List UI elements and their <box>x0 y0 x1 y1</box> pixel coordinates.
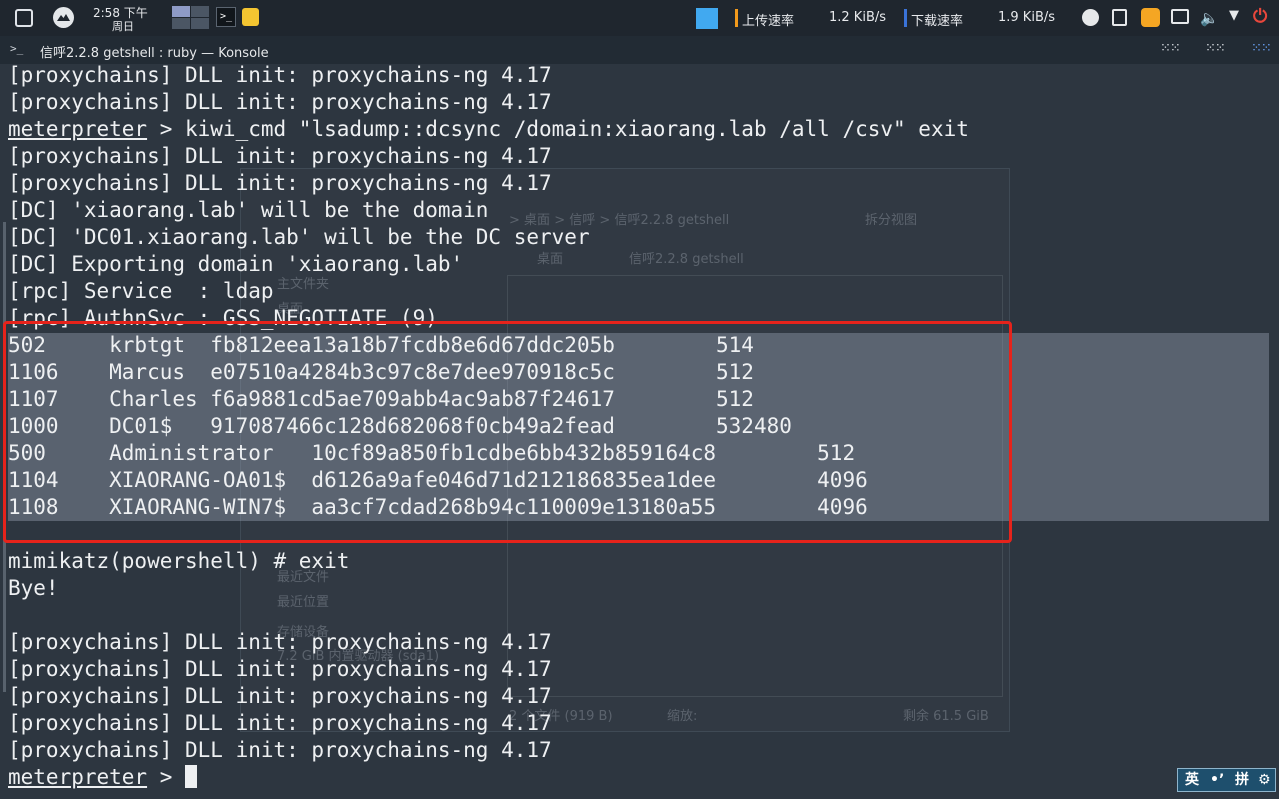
terminal-line: [DC] Exporting domain 'xiaorang.lab' <box>8 252 464 276</box>
terminal-line: [proxychains] DLL init: proxychains-ng 4… <box>8 171 552 195</box>
sogou-input-icon[interactable] <box>1141 8 1160 27</box>
download-label: 下载速率 <box>911 14 964 29</box>
terminal-line: [DC] 'xiaorang.lab' will be the domain <box>8 198 489 222</box>
terminal-line: [proxychains] DLL init: proxychains-ng 4… <box>8 630 552 654</box>
terminal-line: [proxychains] DLL init: proxychains-ng 4… <box>8 90 552 114</box>
app-launcher-icon[interactable] <box>53 7 74 28</box>
desktop-3[interactable] <box>172 18 190 29</box>
prompt-line[interactable]: meterpreter > <box>8 764 198 791</box>
gear-icon[interactable]: ⚙ <box>1258 769 1271 791</box>
konsole-icon: >_ <box>10 42 24 55</box>
terminal-line: [proxychains] DLL init: proxychains-ng 4… <box>8 738 552 762</box>
upload-bar <box>735 9 738 27</box>
upload-label: 上传速率 <box>742 14 795 29</box>
terminal-line: mimikatz(powershell) # exit <box>8 549 350 573</box>
hash-highlight-box <box>3 321 1012 543</box>
terminal-line: [rpc] Service : ldap <box>8 279 274 303</box>
ime-language[interactable]: 英 <box>1185 769 1199 791</box>
maximize-icon[interactable]: ⁙⁙ <box>1251 41 1272 56</box>
terminal-line: [proxychains] DLL init: proxychains-ng 4… <box>8 684 552 708</box>
download-bar <box>904 9 907 27</box>
text-cursor <box>185 765 198 788</box>
command-line: meterpreter > kiwi_cmd "lsadump::dcsync … <box>8 116 969 143</box>
keep-above-icon[interactable]: ⁙⁙ <box>1160 41 1181 56</box>
terminal-line: [DC] 'DC01.xiaorang.lab' will be the DC … <box>8 225 590 249</box>
desktop-1[interactable] <box>172 6 190 17</box>
power-icon[interactable]: ⏻ <box>1253 6 1267 27</box>
window-title: 信呼2.2.8 getshell : ruby — Konsole <box>40 46 269 61</box>
terminal-line: Bye! <box>8 576 59 600</box>
task-file-manager-icon[interactable] <box>242 8 259 26</box>
upload-value: 1.2 KiB/s <box>829 10 887 25</box>
ime-punctuation[interactable]: •’ <box>1210 769 1224 791</box>
terminal-line: [proxychains] DLL init: proxychains-ng 4… <box>8 63 552 87</box>
volume-muted-icon[interactable]: 🔈 <box>1200 9 1219 27</box>
clock-day: 周日 <box>112 20 134 33</box>
terminal-line: [proxychains] DLL init: proxychains-ng 4… <box>8 144 552 168</box>
desktop-2[interactable] <box>191 6 209 17</box>
prompt-suffix: > <box>147 765 186 789</box>
ime-mode[interactable]: 拼 <box>1235 769 1249 791</box>
input-method-indicator[interactable]: 英 •’ 拼 ⚙ <box>1177 768 1276 792</box>
meterpreter-prompt: meterpreter <box>8 117 148 141</box>
terminal-line: [proxychains] DLL init: proxychains-ng 4… <box>8 657 552 681</box>
network-monitor-icon[interactable] <box>696 8 718 29</box>
download-value: 1.9 KiB/s <box>998 10 1056 25</box>
terminal-view[interactable]: [proxychains] DLL init: proxychains-ng 4… <box>0 63 1279 799</box>
show-desktop-icon[interactable] <box>15 9 33 27</box>
task-konsole-icon[interactable]: >_ <box>216 7 236 27</box>
final-prompt: meterpreter <box>8 765 148 789</box>
clipboard-icon[interactable] <box>1112 9 1127 26</box>
top-panel: 2:58 下午 周日 >_ 上传速率 1.2 KiB/s 下载速率 1.9 Ki… <box>0 0 1279 36</box>
terminal-line: [proxychains] DLL init: proxychains-ng 4… <box>8 711 552 735</box>
virtual-desktop-pager[interactable] <box>172 6 209 29</box>
chevron-down-icon[interactable]: ▼ <box>1229 8 1239 23</box>
command-text: > kiwi_cmd "lsadump::dcsync /domain:xiao… <box>147 117 969 141</box>
minimize-icon[interactable]: ⁙⁙ <box>1205 41 1226 56</box>
update-icon[interactable] <box>1082 9 1099 26</box>
desktop-4[interactable] <box>191 18 209 29</box>
display-icon[interactable] <box>1171 9 1189 24</box>
konsole-titlebar[interactable]: >_ 信呼2.2.8 getshell : ruby — Konsole ⁙⁙ … <box>0 36 1279 64</box>
